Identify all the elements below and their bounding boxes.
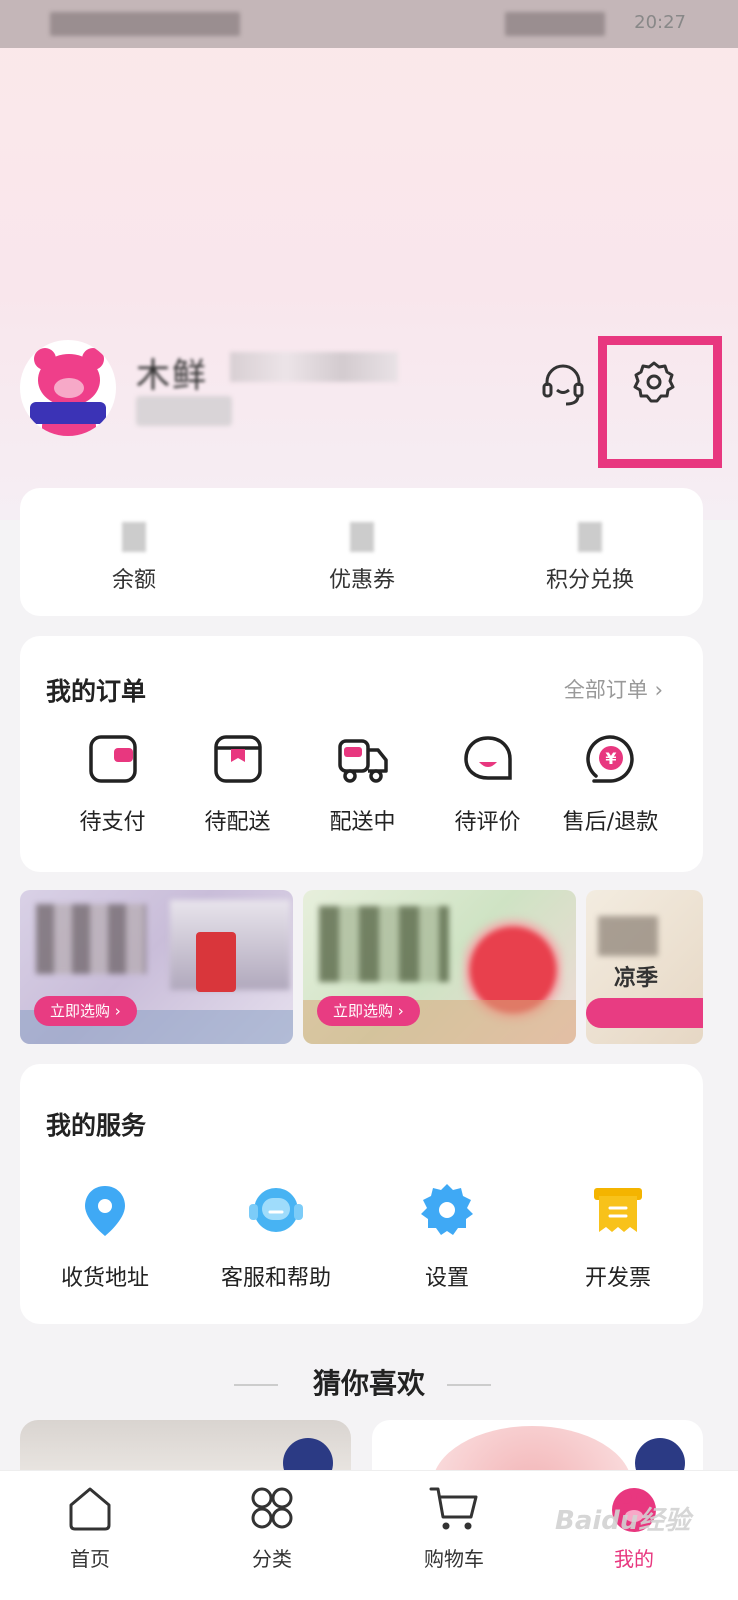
service-label: 客服和帮助 [220,1266,331,1291]
banner-buy-button[interactable]: 立即选购 › [317,996,420,1026]
category-icon [251,1487,293,1529]
banner-button-label: 立即选购 [50,1002,111,1020]
asset-balance[interactable]: 余额 [20,488,248,616]
divider [447,1384,491,1386]
wallet-icon [88,735,137,783]
customer-service-icon [249,1188,303,1232]
username-blurred [230,352,398,382]
orders-title: 我的订单 [46,677,147,706]
order-label: 待配送 [204,810,271,835]
service-invoice[interactable]: 开发票 [533,1182,703,1292]
avatar[interactable] [20,340,116,436]
service-label: 开发票 [584,1266,651,1291]
order-pending-review[interactable]: 待评价 [425,732,550,836]
truck-icon [337,739,388,783]
service-label: 设置 [424,1266,469,1291]
banner-buy-button[interactable] [586,998,703,1028]
tab-home[interactable]: 首页 [20,1483,160,1572]
service-address[interactable]: 收货地址 [20,1182,190,1292]
asset-value-blurred [122,522,146,552]
service-settings[interactable]: 设置 [362,1182,532,1292]
location-icon [85,1186,125,1236]
asset-label: 积分兑换 [545,568,634,593]
services-card: 我的服务 收货地址 客服和帮助 设置 开发票 [20,1064,703,1324]
order-label: 配送中 [329,810,396,835]
avatar-bear-scarf [30,402,106,424]
customer-service-button[interactable] [540,362,586,408]
asset-coupons[interactable]: 优惠券 [248,488,476,616]
username[interactable]: 木鲜 [136,348,208,397]
banner-button-label: 立即选购 [333,1002,394,1020]
service-help[interactable]: 客服和帮助 [191,1182,361,1292]
service-label: 收货地址 [60,1266,149,1291]
tab-cart[interactable]: 购物车 [384,1483,524,1572]
status-bar: 20:27 [0,0,738,48]
order-pending-delivery[interactable]: 待配送 [175,732,300,836]
promo-banner-3[interactable]: 凉季 [586,890,703,1044]
banner-product [196,932,236,992]
banner-buy-button[interactable]: 立即选购 › [34,996,137,1026]
asset-value-blurred [578,522,602,552]
order-label: 售后/退款 [562,810,659,835]
headset-icon [542,364,584,406]
order-in-delivery[interactable]: 配送中 [300,732,425,836]
user-subtitle-blurred [136,396,232,426]
asset-label: 余额 [111,568,156,593]
all-orders-link[interactable]: 全部订单 › [564,674,663,704]
order-label: 待评价 [454,810,521,835]
tab-category[interactable]: 分类 [202,1483,342,1572]
all-orders-label: 全部订单 [563,678,648,702]
watermark: Baidu经验 [555,1506,691,1536]
invoice-icon [594,1188,642,1232]
asset-value-blurred [350,522,374,552]
gear-icon [421,1184,473,1235]
promo-banner-2[interactable]: 立即选购 › [303,890,576,1044]
order-pending-payment[interactable]: 待支付 [50,732,175,836]
banner-text-blurred [36,904,146,974]
status-time: 20:27 [634,12,686,33]
status-info-blurred [50,12,240,36]
order-label: 待支付 [79,810,146,835]
avatar-bear-snout [54,378,84,398]
tab-label: 我的 [614,1547,654,1571]
svg-text:¥: ¥ [605,749,616,768]
orders-card: 我的订单 全部订单 › 待支付 待配送 配送中 待评价 ¥ 售后/退款 [20,636,703,872]
banner-text-blurred [598,916,658,956]
asset-points[interactable]: 积分兑换 [476,488,704,616]
package-icon [213,735,262,783]
comment-icon [463,736,512,780]
tab-label: 首页 [70,1547,110,1571]
tab-label: 购物车 [424,1547,484,1571]
cart-icon [429,1487,478,1530]
highlight-annotation [598,336,722,468]
promo-banner-1[interactable]: 立即选购 › [20,890,293,1044]
tab-label: 分类 [252,1547,292,1571]
asset-label: 优惠券 [328,568,395,593]
banner-text: 凉季 [614,966,659,991]
assets-card: 余额 优惠券 积分兑换 [20,488,703,616]
services-title: 我的服务 [46,1111,147,1140]
recommend-title: 猜你喜欢 [312,1367,425,1400]
banner-text-blurred [319,906,449,982]
home-icon [69,1487,111,1531]
order-after-sales[interactable]: ¥ 售后/退款 [548,732,673,836]
refund-icon: ¥ [585,735,634,783]
status-icons-blurred [505,12,605,36]
chevron-right-icon: › [654,678,663,702]
